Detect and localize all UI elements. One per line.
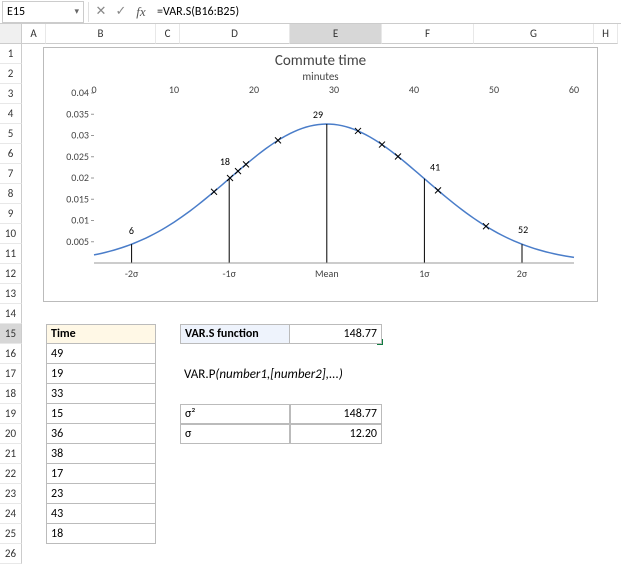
- rowhdr-6[interactable]: 6: [0, 144, 22, 164]
- rowhdr-5[interactable]: 5: [0, 124, 22, 144]
- chart-title: Commute time: [44, 52, 597, 70]
- formula-bar: E15 ▾ ✕ ✓ fx: [0, 0, 621, 24]
- svg-text:0.005: 0.005: [66, 235, 89, 248]
- svg-text:0.04: 0.04: [71, 86, 89, 99]
- fx-icon[interactable]: fx: [131, 2, 151, 22]
- rowhdr-14[interactable]: 14: [0, 304, 22, 324]
- rowhdr-8[interactable]: 8: [0, 184, 22, 204]
- rowhdr-9[interactable]: 9: [0, 204, 22, 224]
- svg-text:60: 60: [569, 83, 579, 96]
- colhdr-G[interactable]: G: [474, 24, 594, 44]
- formula-input[interactable]: [151, 1, 621, 23]
- svg-text:10: 10: [169, 83, 179, 96]
- time-cell[interactable]: 17: [46, 464, 156, 484]
- rowhdr-26[interactable]: 26: [0, 544, 22, 564]
- rowhdr-12[interactable]: 12: [0, 264, 22, 284]
- time-cell[interactable]: 38: [46, 444, 156, 464]
- rowhdr-13[interactable]: 13: [0, 284, 22, 304]
- time-cell[interactable]: 43: [46, 504, 156, 524]
- svg-text:0.025: 0.025: [66, 150, 89, 163]
- svg-text:2σ: 2σ: [517, 267, 528, 280]
- svg-text:52: 52: [518, 223, 528, 236]
- rowhdr-7[interactable]: 7: [0, 164, 22, 184]
- rowhdr-17[interactable]: 17: [0, 364, 22, 384]
- rowhdr-4[interactable]: 4: [0, 104, 22, 124]
- sigma-value[interactable]: 12.20: [290, 424, 382, 444]
- rowhdr-24[interactable]: 24: [0, 504, 22, 524]
- grid[interactable]: ABCDEFGH Commute time minutes 0.040.0350…: [22, 24, 621, 576]
- name-box[interactable]: E15 ▾: [2, 1, 84, 23]
- vars-label[interactable]: VAR.S function: [180, 324, 290, 344]
- svg-text:0.015: 0.015: [66, 192, 89, 205]
- svg-text:Mean: Mean: [315, 267, 339, 280]
- chart-subtitle: minutes: [44, 70, 597, 83]
- svg-text:1σ: 1σ: [419, 267, 430, 280]
- time-cell[interactable]: 23: [46, 484, 156, 504]
- svg-text:50: 50: [489, 83, 499, 96]
- chart: Commute time minutes 0.040.0350.030.0250…: [43, 47, 598, 302]
- rowhdr-16[interactable]: 16: [0, 344, 22, 364]
- rowhdr-11[interactable]: 11: [0, 244, 22, 264]
- svg-text:0: 0: [91, 83, 96, 96]
- colhdr-H[interactable]: H: [594, 24, 618, 44]
- rowhdr-20[interactable]: 20: [0, 424, 22, 444]
- svg-text:40: 40: [409, 83, 419, 96]
- colhdr-B[interactable]: B: [46, 24, 156, 44]
- svg-text:30: 30: [329, 83, 339, 96]
- svg-text:29: 29: [313, 108, 323, 121]
- svg-text:-2σ: -2σ: [125, 267, 139, 280]
- chevron-down-icon[interactable]: ▾: [74, 6, 79, 17]
- time-cell[interactable]: 33: [46, 384, 156, 404]
- sigma2-label[interactable]: σ²: [180, 404, 290, 424]
- select-all-corner[interactable]: [0, 24, 22, 44]
- name-box-value: E15: [7, 5, 25, 19]
- time-cell[interactable]: 15: [46, 404, 156, 424]
- svg-text:0.035: 0.035: [66, 107, 89, 120]
- svg-text:0.02: 0.02: [71, 171, 89, 184]
- time-cell[interactable]: 19: [46, 364, 156, 384]
- chart-svg: 0.04 0.035 0.03 0.025 0.02 0.015 0.01 0.005 0 10 2…: [44, 83, 599, 298]
- svg-text:18: 18: [220, 155, 230, 168]
- rowhdr-19[interactable]: 19: [0, 404, 22, 424]
- svg-text:41: 41: [430, 161, 440, 174]
- colhdr-C[interactable]: C: [156, 24, 180, 44]
- rowhdr-18[interactable]: 18: [0, 384, 22, 404]
- cancel-icon[interactable]: ✕: [91, 2, 111, 22]
- rowhdr-2[interactable]: 2: [0, 64, 22, 84]
- rowhdr-1[interactable]: 1: [0, 44, 22, 64]
- colhdr-A[interactable]: A: [22, 24, 46, 44]
- sigma2-value[interactable]: 148.77: [290, 404, 382, 424]
- sheet: 1234567891011121314151617181920212223242…: [0, 24, 621, 576]
- colhdr-D[interactable]: D: [180, 24, 290, 44]
- row-headers: 1234567891011121314151617181920212223242…: [0, 24, 22, 576]
- time-cell[interactable]: 18: [46, 524, 156, 544]
- svg-text:6: 6: [129, 224, 134, 237]
- rowhdr-10[interactable]: 10: [0, 224, 22, 244]
- cells: Commute time minutes 0.040.0350.030.0250…: [22, 44, 621, 576]
- rowhdr-15[interactable]: 15: [0, 324, 22, 344]
- svg-text:0.01: 0.01: [71, 214, 89, 227]
- colhdr-F[interactable]: F: [382, 24, 474, 44]
- rowhdr-21[interactable]: 21: [0, 444, 22, 464]
- check-icon[interactable]: ✓: [111, 2, 131, 22]
- rowhdr-25[interactable]: 25: [0, 524, 22, 544]
- col-headers: ABCDEFGH: [22, 24, 621, 44]
- svg-text:-1σ: -1σ: [222, 267, 236, 280]
- svg-text:20: 20: [249, 83, 259, 96]
- vars-value[interactable]: 148.77: [290, 324, 382, 344]
- colhdr-E[interactable]: E: [290, 24, 382, 44]
- syntax-text: VAR.P(number1,[number2],...): [180, 364, 430, 384]
- time-header[interactable]: Time: [46, 324, 156, 344]
- time-cell[interactable]: 36: [46, 424, 156, 444]
- rowhdr-3[interactable]: 3: [0, 84, 22, 104]
- rowhdr-23[interactable]: 23: [0, 484, 22, 504]
- svg-text:0.03: 0.03: [71, 129, 89, 142]
- time-cell[interactable]: 49: [46, 344, 156, 364]
- sigma-label[interactable]: σ: [180, 424, 290, 444]
- rowhdr-22[interactable]: 22: [0, 464, 22, 484]
